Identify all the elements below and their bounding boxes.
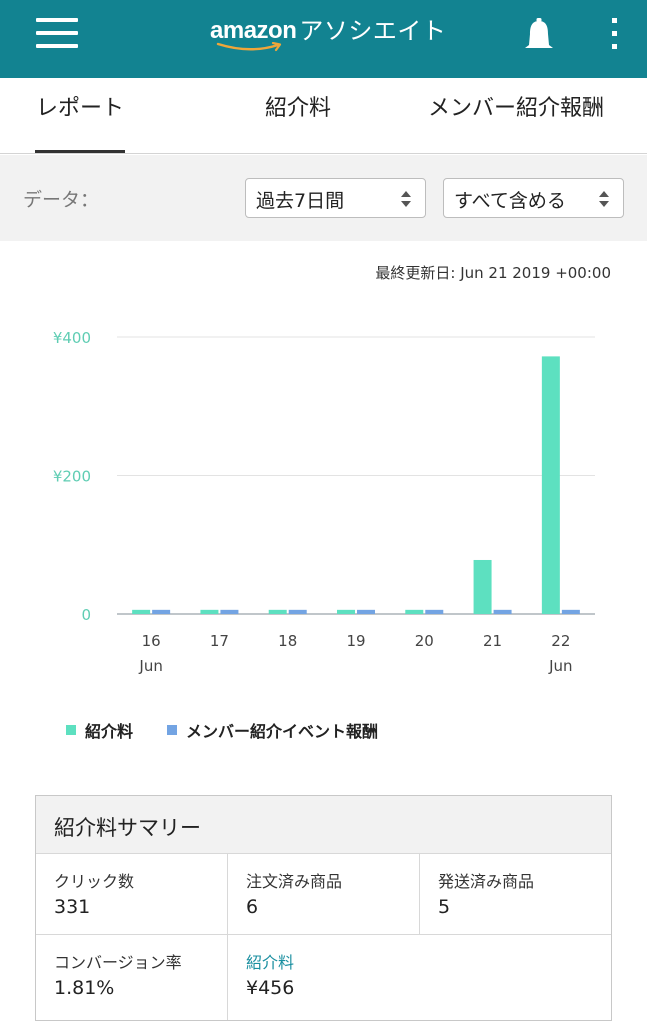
y-tick-label: ¥200 [53, 468, 91, 486]
x-tick-label: 16 [142, 632, 161, 650]
legend-label: 紹介料 [85, 722, 134, 741]
x-tick-label: 19 [346, 632, 365, 650]
bar-referral-fee [473, 559, 492, 614]
summary-cell-shipped: 発送済み商品 5 [420, 854, 611, 934]
bar-referral-fee [268, 609, 287, 614]
referral-fee-summary: 紹介料サマリー クリック数 331 注文済み商品 6 発送済み商品 5 コンバー… [35, 795, 612, 1021]
x-tick-label: 22 [551, 632, 570, 650]
include-select[interactable]: すべて含める [443, 178, 624, 218]
conversion-rate-label: コンバージョン率 [54, 953, 182, 972]
bar-member-reward [220, 609, 239, 614]
x-tick-label: 21 [483, 632, 502, 650]
x-tick-month-label: Jun [138, 657, 162, 675]
data-filter-label: データ： [23, 189, 100, 211]
bar-referral-fee [337, 609, 355, 614]
summary-cell-clicks: クリック数 331 [36, 854, 227, 934]
x-tick-month-label: Jun [548, 657, 572, 675]
legend-label: メンバー紹介イベント報酬 [186, 722, 379, 741]
conversion-rate-value: 1.81% [54, 977, 115, 999]
x-tick-label: 18 [278, 632, 297, 650]
summary-title: 紹介料サマリー [54, 816, 201, 840]
bar-member-reward [425, 609, 444, 614]
summary-cell-fees: 紹介料 ¥456 [228, 935, 611, 1021]
legend-item-member-rewards[interactable]: メンバー紹介イベント報酬 [167, 718, 378, 742]
y-tick-label: ¥400 [53, 329, 91, 347]
bar-referral-fee [541, 356, 560, 614]
shipped-items-label: 発送済み商品 [438, 872, 535, 891]
legend-swatch [167, 725, 178, 735]
tab-reports[interactable]: レポート [36, 90, 124, 122]
bar-member-reward [152, 609, 171, 614]
chart-legend: 紹介料 メンバー紹介イベント報酬 [66, 718, 412, 742]
summary-cell-ordered: 注文済み商品 6 [228, 854, 419, 934]
hamburger-menu-icon[interactable] [36, 18, 78, 48]
legend-swatch [66, 725, 76, 735]
referral-fees-value: ¥456 [246, 977, 295, 999]
clicks-value: 331 [54, 896, 91, 918]
select-updown-icon [401, 191, 411, 207]
x-tick-label: 20 [415, 632, 434, 650]
period-select-value: 過去7日間 [256, 190, 345, 212]
select-updown-icon [599, 191, 609, 207]
brand-associates-text: アソシエイト [299, 17, 447, 45]
include-select-value: すべて含める [454, 190, 566, 212]
legend-item-referral-fees[interactable]: 紹介料 [66, 718, 133, 742]
bar-referral-fee [405, 609, 424, 614]
x-tick-label: 17 [210, 632, 229, 650]
filter-bar: データ： 過去7日間 すべて含める [0, 155, 647, 241]
tab-referral-fees[interactable]: 紹介料 [265, 90, 331, 122]
report-tabs: レポート 紹介料 メンバー紹介報酬 [0, 78, 647, 154]
summary-header: 紹介料サマリー [36, 796, 611, 854]
referral-fees-link[interactable]: 紹介料 [246, 949, 294, 973]
shipped-items-value: 5 [438, 896, 451, 918]
period-select[interactable]: 過去7日間 [245, 178, 426, 218]
active-tab-indicator [35, 150, 125, 153]
bar-referral-fee [132, 609, 151, 614]
bell-icon[interactable] [522, 18, 556, 54]
tab-member-referral-rewards[interactable]: メンバー紹介報酬 [428, 90, 604, 122]
y-tick-label: 0 [81, 606, 91, 624]
amazon-smile-icon [216, 42, 282, 52]
top-app-bar: amazon アソシエイト [0, 0, 647, 78]
amazon-associates-logo: amazon アソシエイト [210, 16, 446, 56]
bar-member-reward [493, 609, 512, 614]
bar-member-reward [561, 609, 580, 614]
ordered-items-label: 注文済み商品 [246, 872, 343, 891]
ordered-items-value: 6 [246, 896, 259, 918]
more-vertical-icon[interactable] [610, 18, 618, 50]
bar-member-reward [357, 609, 375, 614]
earnings-bar-chart: 0 ¥200 ¥400 16 Jun 17 18 19 20 21 22 Jun [53, 329, 595, 675]
summary-cell-conversion: コンバージョン率 1.81% [36, 935, 227, 1021]
bar-referral-fee [200, 609, 219, 614]
bar-member-reward [288, 609, 307, 614]
last-updated-text: 最終更新日: Jun 21 2019 +00:00 [375, 264, 611, 282]
clicks-label: クリック数 [54, 872, 135, 891]
